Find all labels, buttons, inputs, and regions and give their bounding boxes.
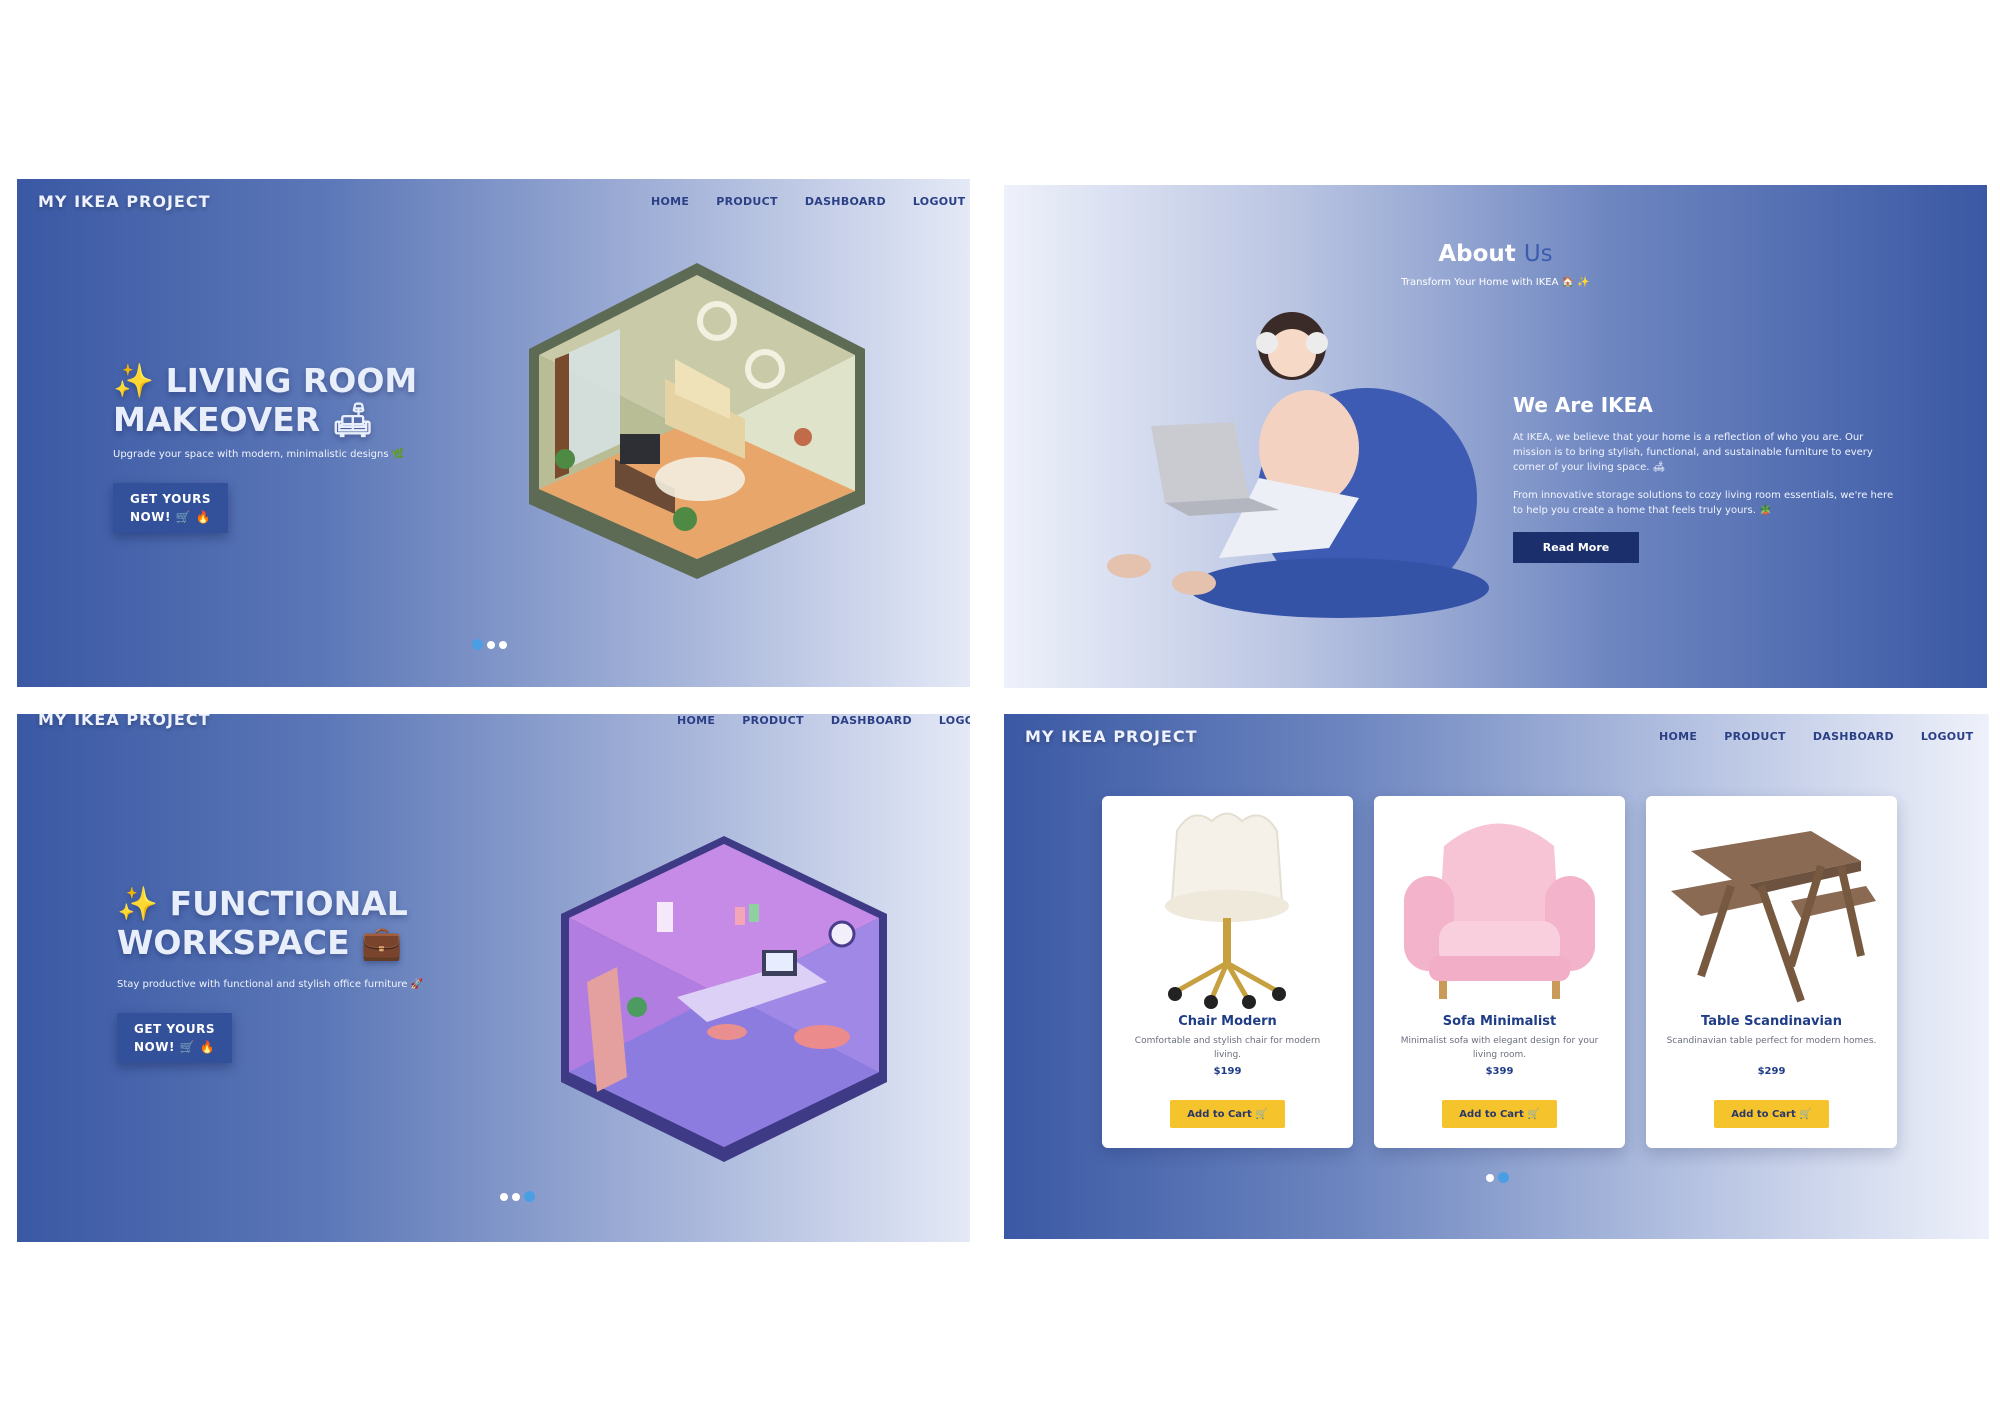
armchair-icon [1404,823,1595,999]
product-name: Sofa Minimalist [1442,1014,1557,1029]
product-description: Scandinavian table perfect for modern ho… [1666,1036,1877,1046]
girl-beanbag-illustration [1107,312,1489,618]
product-price: $399 [1485,1066,1514,1077]
hero-title: ✨ FUNCTIONAL WORKSPACE 💼 [117,884,408,962]
product-name: Table Scandinavian [1701,1014,1842,1029]
add-to-cart-button[interactable]: Add to Cart 🛒 [1442,1100,1557,1128]
product-description: Comfortable and stylish chair for modern… [1134,1036,1321,1060]
product-card: Sofa Minimalist Minimalist sofa with ele… [1374,796,1625,1148]
about-subtitle: Transform Your Home with IKEA 🏠 ✨ [1401,277,1590,288]
about-paragraph-2: From innovative storage solutions to coz… [1513,490,1894,516]
carousel-dot-2[interactable] [512,1192,520,1201]
about-title-main: About [1438,241,1516,267]
carousel-dots [500,1191,535,1202]
hero-subtitle: Stay productive with functional and styl… [117,979,424,990]
get-yours-button[interactable]: GET YOURS NOW! 🛒 🔥 [117,1013,233,1063]
product-price: $299 [1757,1066,1786,1077]
nav-logout[interactable]: LOGO [939,714,970,727]
workspace-illustration [561,836,887,1162]
about-title-accent: Us [1523,241,1553,267]
carousel-dot-3[interactable] [499,640,507,649]
living-room-illustration [529,263,865,579]
get-yours-button[interactable]: GET YOURS NOW! 🛒 🔥 [113,483,229,533]
swivel-chair-icon [1165,812,1289,1009]
product-price: $199 [1213,1066,1242,1077]
product-name: Chair Modern [1178,1014,1277,1029]
cta-line2: NOW! 🛒 🔥 [134,1040,216,1054]
product-card: Table Scandinavian Scandinavian table pe… [1646,796,1897,1148]
main-nav: HOME PRODUCT DASHBOARD LOGOUT [651,195,965,208]
hero-title-line2: WORKSPACE 💼 [117,923,403,962]
brand-logo[interactable]: MY IKEA PROJECT [1025,727,1198,746]
carousel-dots [1486,1172,1509,1183]
cta-line2: NOW! 🛒 🔥 [130,510,212,524]
nav-product[interactable]: PRODUCT [716,195,778,208]
about-section: About Us Transform Your Home with IKEA 🏠… [1004,185,1987,688]
picnic-table-icon [1671,831,1876,1003]
add-to-cart-button[interactable]: Add to Cart 🛒 [1170,1100,1285,1128]
hero-title: ✨ LIVING ROOM MAKEOVER 🛋 [113,361,417,439]
carousel-dot-1[interactable] [1486,1173,1494,1182]
brand-logo[interactable]: MY IKEA PROJECT [38,192,211,211]
carousel-dot-2[interactable] [487,640,495,649]
carousel-dots [472,639,507,650]
hero-slide-living-room: MY IKEA PROJECT HOME PRODUCT DASHBOARD L… [17,179,970,687]
main-nav: HOME PRODUCT DASHBOARD LOGO [677,714,970,727]
nav-logout[interactable]: LOGOUT [1921,730,1974,743]
brand-logo[interactable]: MY IKEA PROJECT [38,714,211,729]
nav-home[interactable]: HOME [1659,730,1697,743]
carousel-dot-1[interactable] [500,1192,508,1201]
nav-product[interactable]: PRODUCT [1724,730,1786,743]
nav-home[interactable]: HOME [677,714,715,727]
hero-title-line1: ✨ LIVING ROOM [113,361,418,400]
nav-dashboard[interactable]: DASHBOARD [1813,730,1894,743]
about-paragraph-1: At IKEA, we believe that your home is a … [1513,432,1873,473]
read-more-button[interactable]: Read More [1513,532,1639,563]
carousel-dot-3[interactable] [524,1191,535,1202]
cta-line1: GET YOURS [134,1022,215,1036]
products-section: MY IKEA PROJECT HOME PRODUCT DASHBOARD L… [1004,714,1989,1239]
carousel-dot-1[interactable] [472,639,483,650]
nav-product[interactable]: PRODUCT [742,714,804,727]
hero-subtitle: Upgrade your space with modern, minimali… [113,449,405,460]
nav-logout[interactable]: LOGOUT [913,195,966,208]
about-heading: We Are IKEA [1513,393,1653,417]
carousel-dot-2[interactable] [1498,1172,1509,1183]
nav-dashboard[interactable]: DASHBOARD [805,195,886,208]
hero-title-line2: MAKEOVER 🛋 [113,400,374,439]
hero-slide-workspace: MY IKEA PROJECT HOME PRODUCT DASHBOARD L… [17,714,970,1242]
product-description: Minimalist sofa with elegant design for … [1400,1036,1599,1060]
main-nav: HOME PRODUCT DASHBOARD LOGOUT [1659,730,1973,743]
nav-dashboard[interactable]: DASHBOARD [831,714,912,727]
hero-title-line1: ✨ FUNCTIONAL [117,884,408,923]
add-to-cart-button[interactable]: Add to Cart 🛒 [1714,1100,1829,1128]
nav-home[interactable]: HOME [651,195,689,208]
product-card: Chair Modern Comfortable and stylish cha… [1102,796,1353,1148]
about-title: About Us [1004,241,1987,267]
cta-line1: GET YOURS [130,492,211,506]
